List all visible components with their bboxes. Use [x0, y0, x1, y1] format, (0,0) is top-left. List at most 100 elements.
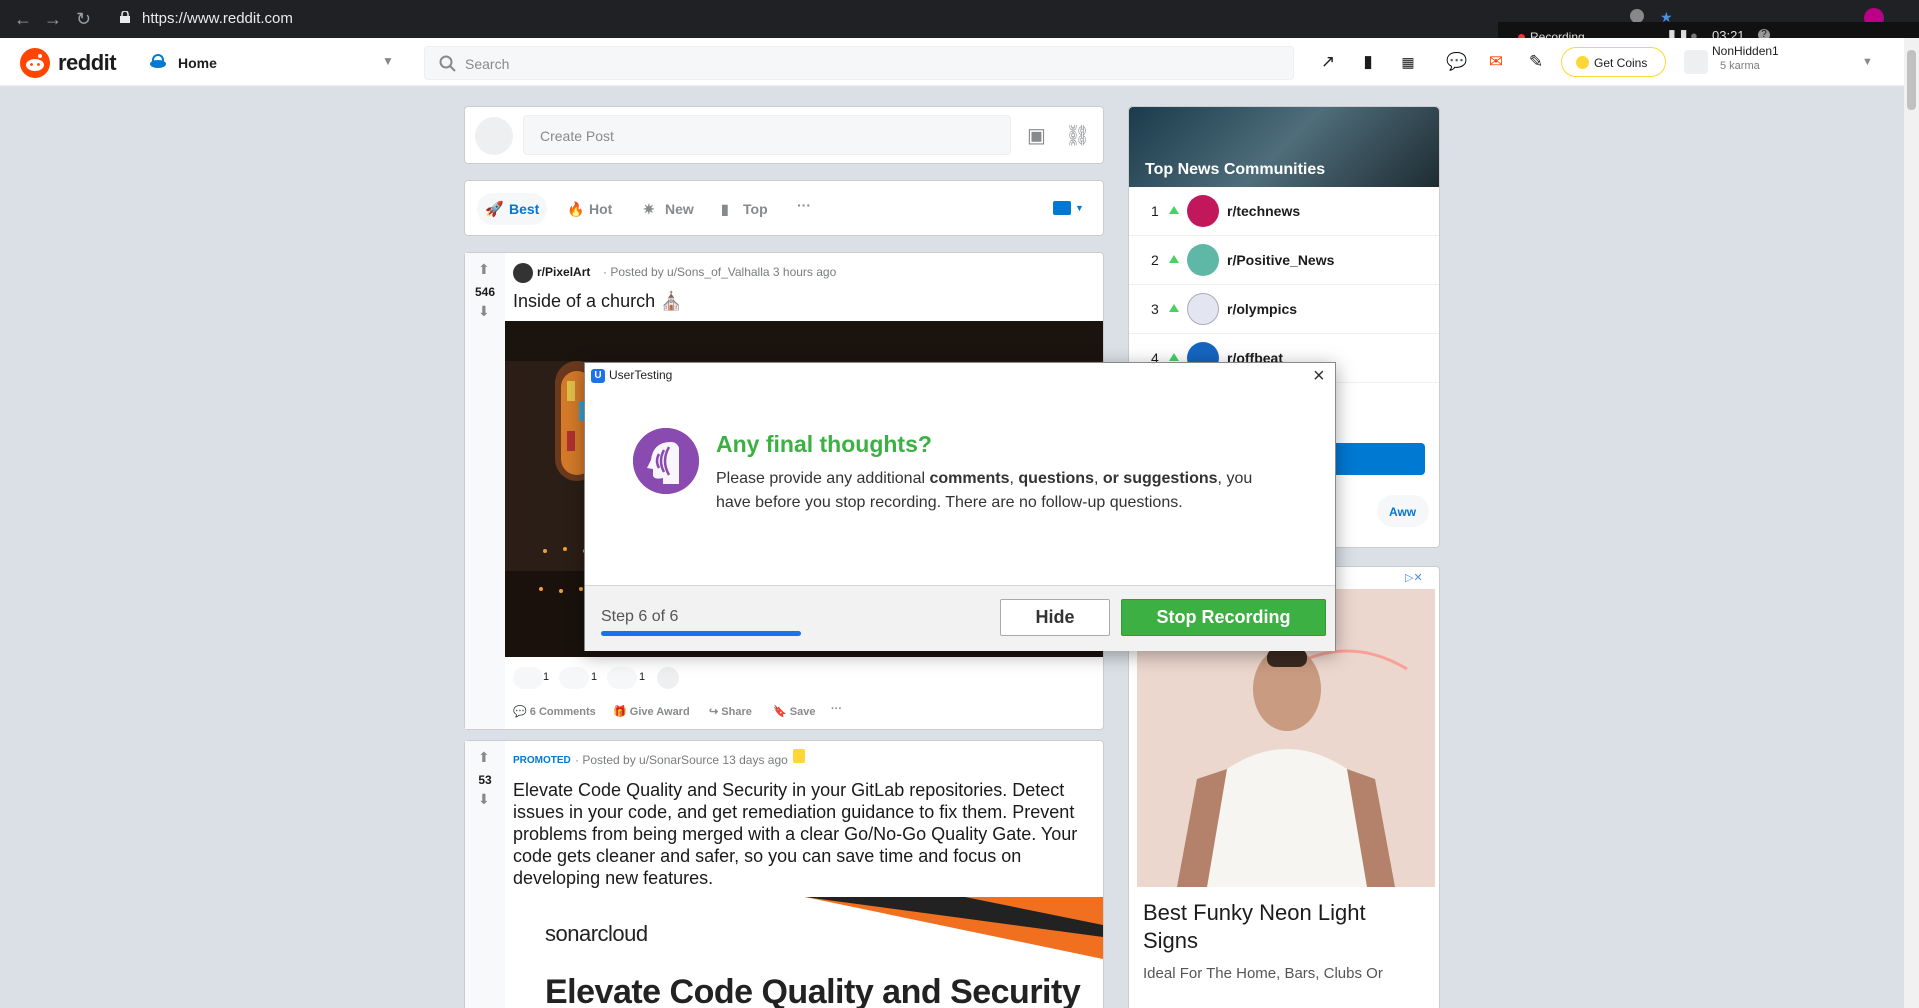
layout-view-icon[interactable]	[1053, 201, 1071, 215]
user-avatar[interactable]	[1684, 50, 1708, 74]
search-placeholder: Search	[465, 56, 510, 72]
hide-button[interactable]: Hide	[1000, 599, 1110, 636]
sparkle-icon[interactable]: ✷	[643, 201, 655, 218]
avatar[interactable]	[475, 117, 513, 155]
sort-more-button[interactable]: ···	[797, 197, 811, 213]
chevron-down-icon[interactable]: ▼	[1075, 203, 1084, 213]
sort-top-tab[interactable]: Top	[743, 201, 768, 217]
usertesting-logo-icon: U	[591, 369, 605, 383]
community-name[interactable]: r/olympics	[1227, 301, 1297, 317]
coin-icon	[1576, 56, 1589, 69]
image-upload-icon[interactable]: ▣	[1027, 123, 1046, 148]
topic-chip-aww[interactable]: Aww	[1377, 495, 1429, 527]
award-icon[interactable]	[513, 667, 543, 689]
search-icon	[439, 55, 456, 72]
karma-count: 5 karma	[1720, 60, 1760, 72]
community-row[interactable]: 3 r/olympics	[1129, 285, 1439, 334]
upvote-icon[interactable]: ⬆	[478, 261, 490, 278]
save-label: Save	[789, 706, 816, 718]
ad-title[interactable]: Best Funky Neon Light Signs	[1143, 899, 1423, 955]
award-count: 1	[543, 671, 550, 683]
adchoices-icon[interactable]: ▷✕	[1405, 571, 1423, 584]
message-emphasis: comments	[929, 470, 1010, 487]
award-icon[interactable]	[607, 667, 637, 689]
widget-banner: Top News Communities	[1129, 107, 1439, 187]
create-post-placeholder: Create Post	[540, 128, 614, 144]
speaking-head-icon	[633, 428, 699, 494]
rocket-icon: 🚀	[485, 201, 504, 218]
gift-icon[interactable]	[657, 667, 679, 689]
link-icon[interactable]: ⛓	[1065, 123, 1090, 148]
subreddit-icon[interactable]	[513, 263, 533, 283]
award-icon[interactable]	[559, 667, 589, 689]
community-rank: 3	[1151, 301, 1159, 317]
save-button[interactable]: 🔖 Save	[773, 705, 815, 718]
award-count: 1	[639, 671, 646, 683]
vote-column: ⬆ 546 ⬇	[465, 253, 505, 729]
search-input[interactable]: Search	[424, 46, 1294, 80]
post-title[interactable]: Inside of a church ⛪	[513, 291, 683, 312]
step-indicator: Step 6 of 6	[601, 608, 679, 625]
promoted-post-body[interactable]: Elevate Code Quality and Security in you…	[513, 779, 1097, 889]
qr-code-icon[interactable]: ▦	[1398, 52, 1418, 72]
sort-best-tab[interactable]: 🚀 Best	[477, 193, 547, 225]
reddit-header: reddit Home ▼ Search ↗ ▮ ▦ 💬 ✉ ✎ Get Coi…	[0, 38, 1904, 86]
chat-icon[interactable]: 💬	[1446, 52, 1467, 72]
downvote-icon[interactable]: ⬇	[478, 791, 490, 808]
community-icon	[1187, 244, 1219, 276]
top-icon[interactable]: ▮	[721, 201, 729, 218]
chevron-down-icon[interactable]: ▼	[382, 54, 394, 68]
vote-count: 546	[474, 285, 496, 299]
downvote-icon[interactable]: ⬇	[478, 303, 490, 320]
reddit-logo-icon[interactable]	[20, 48, 50, 78]
create-post-input[interactable]: Create Post	[523, 115, 1011, 155]
usertesting-dialog: U UserTesting × Any final thoughts? Plea…	[584, 362, 1336, 651]
notifications-icon[interactable]: ✉	[1486, 52, 1506, 72]
share-button[interactable]: ↪ Share	[709, 705, 752, 718]
community-name[interactable]: r/Positive_News	[1227, 252, 1334, 268]
address-bar[interactable]: https://www.reddit.com	[142, 10, 293, 27]
community-row[interactable]: 1 r/technews	[1129, 187, 1439, 236]
lock-icon	[793, 749, 805, 763]
trending-icon[interactable]: ↗	[1318, 52, 1338, 72]
extension-icon[interactable]	[1630, 9, 1644, 23]
dialog-message: Please provide any additional comments, …	[716, 467, 1256, 515]
get-coins-button[interactable]: Get Coins	[1561, 47, 1666, 77]
community-icon	[1187, 195, 1219, 227]
promoted-image[interactable]: sonarcloud Elevate Code Quality and Secu…	[505, 897, 1103, 1008]
page-scrollbar[interactable]	[1904, 38, 1919, 1008]
upvote-icon[interactable]: ⬆	[478, 749, 490, 766]
community-name[interactable]: r/technews	[1227, 203, 1300, 219]
share-label: Share	[721, 706, 752, 718]
home-dropdown-label[interactable]: Home	[178, 55, 217, 71]
promoted-post-card[interactable]: ⬆ 53 ⬇ PROMOTED · Posted by u/SonarSourc…	[464, 740, 1104, 1008]
subreddit-link[interactable]: r/PixelArt	[537, 265, 590, 279]
community-row[interactable]: 2 r/Positive_News	[1129, 236, 1439, 285]
dialog-title: Any final thoughts?	[716, 431, 932, 457]
sort-hot-tab[interactable]: Hot	[589, 201, 612, 217]
rank-up-icon	[1169, 304, 1179, 312]
scrollbar-thumb[interactable]	[1907, 50, 1916, 110]
leaderboard-icon[interactable]: ▮	[1358, 52, 1378, 72]
sort-bar: 🚀 Best 🔥 Hot ✷ New ▮ Top ··· ▼	[464, 180, 1104, 236]
give-award-button[interactable]: 🎁 Give Award	[613, 705, 690, 718]
community-rank: 1	[1151, 203, 1159, 219]
reddit-wordmark[interactable]: reddit	[58, 50, 117, 76]
create-post-icon[interactable]: ✎	[1526, 52, 1546, 72]
promoted-label: PROMOTED	[513, 755, 571, 766]
forward-icon[interactable]: →	[44, 9, 62, 30]
reload-icon[interactable]: ↻	[76, 9, 91, 30]
close-icon[interactable]: ×	[1313, 365, 1325, 388]
comments-button[interactable]: 💬 6 Comments	[513, 705, 596, 718]
back-icon[interactable]: ←	[14, 9, 32, 30]
flame-icon[interactable]: 🔥	[567, 201, 584, 218]
create-post-card: Create Post ▣ ⛓	[464, 106, 1104, 164]
user-menu-chevron-icon[interactable]: ▼	[1862, 56, 1873, 68]
username[interactable]: NonHidden1	[1712, 44, 1779, 58]
sort-best-label: Best	[509, 201, 540, 217]
more-options-button[interactable]: ···	[831, 703, 842, 715]
sort-new-tab[interactable]: New	[665, 201, 694, 217]
post-meta: · Posted by u/Sons_of_Valhalla 3 hours a…	[603, 265, 837, 279]
vote-column: ⬆ 53 ⬇	[465, 741, 505, 1008]
stop-recording-button[interactable]: Stop Recording	[1121, 599, 1326, 636]
